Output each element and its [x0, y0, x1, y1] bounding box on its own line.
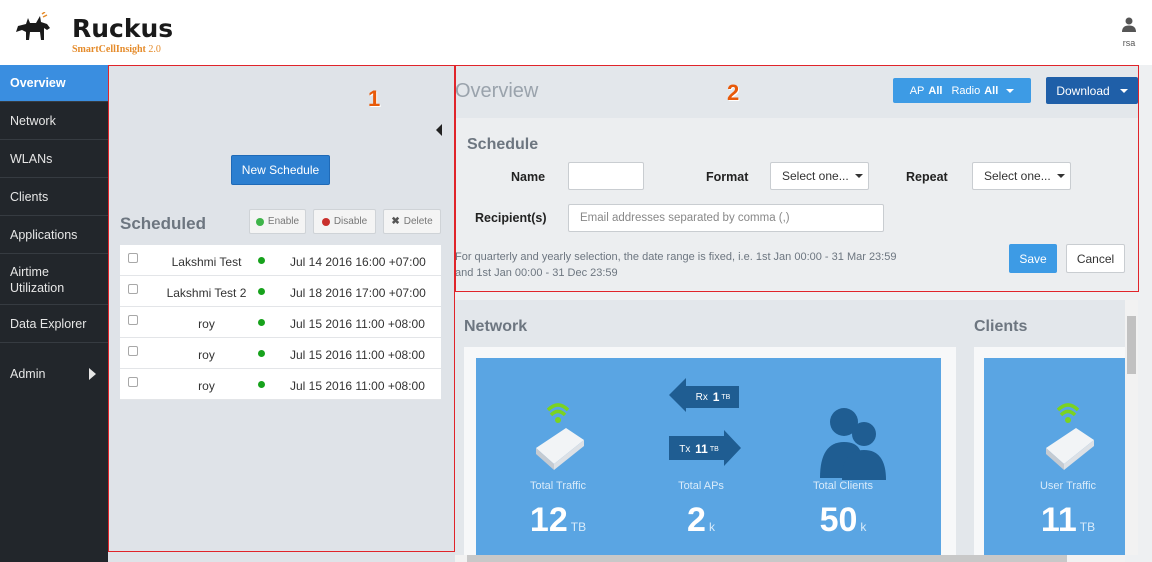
total-traffic-label: Total Traffic	[529, 480, 587, 492]
expand-arrow-icon	[89, 367, 96, 380]
schedule-list: Lakshmi Test Jul 14 2016 16:00 +07:00 La…	[120, 245, 441, 400]
network-card[interactable]: Rx 1 TB Tx 11 TB Total Traffic 12 TB Total …	[476, 358, 941, 555]
schedule-name: roy	[198, 348, 215, 362]
sidebar-item-clients[interactable]: Clients	[0, 179, 108, 216]
rx-value: Rx 1 TB	[695, 390, 731, 404]
schedule-date: Jul 18 2016 17:00 +07:00	[290, 286, 426, 300]
sidebar-item-applications[interactable]: Applications	[0, 217, 108, 254]
sidebar-item-admin[interactable]: Admin	[0, 355, 108, 392]
brand-product: SmartCellInsight 2.0	[72, 44, 161, 55]
schedule-row[interactable]: Lakshmi Test 2 Jul 18 2016 17:00 +07:00	[120, 276, 441, 307]
row-checkbox[interactable]	[128, 377, 138, 387]
row-checkbox[interactable]	[128, 284, 138, 294]
sidebar-item-overview[interactable]: Overview	[0, 65, 108, 102]
scrollbar-thumb[interactable]	[1127, 316, 1136, 374]
user-traffic-value: 11 TB	[1040, 501, 1096, 539]
sidebar-item-data-explorer[interactable]: Data Explorer	[0, 306, 108, 343]
vertical-scrollbar[interactable]	[1125, 300, 1138, 555]
users-icon	[820, 408, 886, 480]
sidebar-item-wlans[interactable]: WLANs	[0, 141, 108, 178]
enable-button[interactable]: Enable	[249, 209, 306, 234]
status-dot-icon	[258, 319, 265, 326]
schedule-name: Lakshmi Test	[171, 255, 242, 269]
schedule-name: roy	[198, 379, 215, 393]
schedule-row[interactable]: roy Jul 15 2016 11:00 +08:00	[120, 338, 441, 369]
new-schedule-button[interactable]: New Schedule	[231, 155, 330, 185]
row-checkbox[interactable]	[128, 346, 138, 356]
delete-x-icon: ✖	[391, 216, 400, 227]
schedule-row[interactable]: roy Jul 15 2016 11:00 +08:00	[120, 307, 441, 338]
highlight-box-2	[455, 65, 1139, 292]
scrollbar-thumb[interactable]	[467, 555, 1067, 562]
delete-button[interactable]: ✖ Delete	[383, 209, 441, 234]
total-aps-value: 2k	[687, 501, 715, 539]
schedule-name: roy	[198, 317, 215, 331]
ruckus-dog-icon	[16, 12, 50, 40]
status-dot-icon	[258, 381, 265, 388]
network-section-title: Network	[464, 318, 528, 335]
user-menu[interactable]: rsa	[1116, 16, 1142, 48]
schedule-row[interactable]: Lakshmi Test Jul 14 2016 16:00 +07:00	[120, 245, 441, 276]
collapse-panel-icon[interactable]	[436, 124, 442, 136]
schedule-name: Lakshmi Test 2	[166, 286, 247, 300]
status-dot-icon	[258, 257, 265, 264]
schedule-row[interactable]: roy Jul 15 2016 11:00 +08:00	[120, 369, 441, 400]
total-clients-value: 50 k	[819, 501, 867, 539]
scheduled-title: Scheduled	[120, 214, 206, 233]
schedule-date: Jul 15 2016 11:00 +08:00	[290, 379, 425, 393]
tx-value: Tx 11 TB	[679, 442, 719, 456]
dashboard-area: Network Clients Rx 1 TB Tx 11 TB Total T…	[455, 300, 1138, 555]
access-point-icon	[1046, 403, 1094, 470]
disable-dot-icon	[321, 217, 330, 226]
access-point-icon	[536, 403, 584, 470]
user-traffic-label: User Traffic	[1039, 480, 1097, 492]
row-checkbox[interactable]	[128, 253, 138, 263]
total-aps-label: Total APs	[678, 480, 724, 492]
schedule-date: Jul 15 2016 11:00 +08:00	[290, 317, 425, 331]
clients-section-title: Clients	[974, 318, 1028, 335]
disable-button[interactable]: Disable	[313, 209, 376, 234]
horizontal-scrollbar[interactable]	[455, 555, 1125, 562]
brand-name: Ruckus	[72, 14, 174, 43]
user-name: rsa	[1122, 38, 1136, 48]
status-dot-icon	[258, 350, 265, 357]
schedule-date: Jul 15 2016 11:00 +08:00	[290, 348, 425, 362]
status-dot-icon	[258, 288, 265, 295]
total-traffic-value: 12 TB	[529, 501, 587, 539]
total-clients-label: Total Clients	[813, 480, 873, 492]
sidebar-item-airtime-utilization[interactable]: Airtime Utilization	[0, 255, 108, 305]
schedule-date: Jul 14 2016 16:00 +07:00	[290, 255, 426, 269]
enable-dot-icon	[255, 217, 264, 226]
clients-card[interactable]: User Traffic 11 TB	[984, 358, 1134, 555]
annotation-number-1: 1	[368, 86, 381, 111]
sidebar-item-network[interactable]: Network	[0, 103, 108, 140]
row-checkbox[interactable]	[128, 315, 138, 325]
top-bar: Ruckus SmartCellInsight 2.0 rsa	[0, 0, 1152, 64]
user-icon	[1122, 17, 1136, 32]
